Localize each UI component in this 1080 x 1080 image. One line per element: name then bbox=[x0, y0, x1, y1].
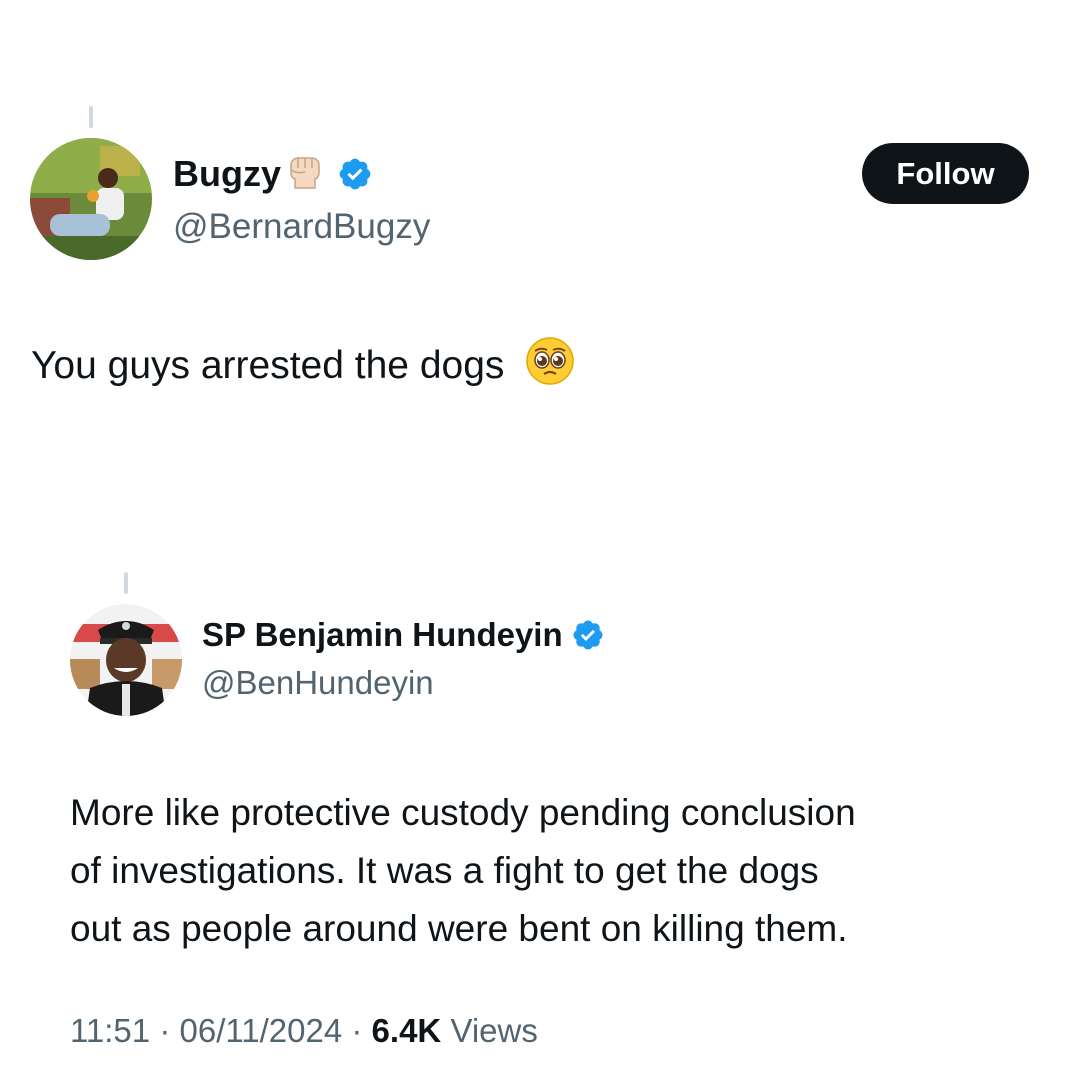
reply-author-handle[interactable]: @BenHundeyin bbox=[202, 664, 434, 702]
tweet-text-content: You guys arrested the dogs bbox=[31, 344, 505, 387]
pleading-face-emoji-icon bbox=[525, 336, 575, 396]
avatar-photo-icon bbox=[70, 604, 182, 716]
avatar-photo-icon bbox=[30, 138, 152, 260]
reply-author-name-row: SP Benjamin Hundeyin bbox=[202, 613, 605, 657]
tweet-time[interactable]: 11:51 bbox=[70, 1012, 150, 1049]
tweet-meta: 11:51 · 06/11/2024 · 6.4K Views bbox=[70, 1012, 538, 1050]
avatar-benhundeyin[interactable] bbox=[70, 604, 182, 716]
verified-badge-icon bbox=[337, 156, 373, 192]
tweet-text: You guys arrested the dogs bbox=[31, 336, 575, 396]
author-name-row: Bugzy bbox=[173, 150, 373, 198]
follow-button[interactable]: Follow bbox=[862, 143, 1029, 204]
views-label[interactable]: Views bbox=[450, 1012, 537, 1049]
thread-connector-reply bbox=[124, 572, 128, 594]
meta-separator: · bbox=[351, 1012, 363, 1049]
reply-text-line: of investigations. It was a fight to get… bbox=[70, 850, 819, 891]
raised-fist-emoji-icon bbox=[283, 148, 327, 201]
reply-text-line: More like protective custody pending con… bbox=[70, 792, 856, 833]
author-handle[interactable]: @BernardBugzy bbox=[173, 207, 430, 247]
thread-connector-top bbox=[89, 106, 93, 128]
tweet-date[interactable]: 06/11/2024 bbox=[179, 1012, 342, 1049]
avatar-bugzy[interactable] bbox=[30, 138, 152, 260]
verified-badge-icon bbox=[571, 618, 605, 652]
meta-separator: · bbox=[159, 1012, 171, 1049]
views-count[interactable]: 6.4K bbox=[372, 1012, 442, 1049]
reply-tweet-text: More like protective custody pending con… bbox=[70, 784, 856, 958]
reply-text-line: out as people around were bent on killin… bbox=[70, 908, 848, 949]
display-name[interactable]: Bugzy bbox=[173, 153, 281, 195]
reply-display-name[interactable]: SP Benjamin Hundeyin bbox=[202, 616, 563, 654]
